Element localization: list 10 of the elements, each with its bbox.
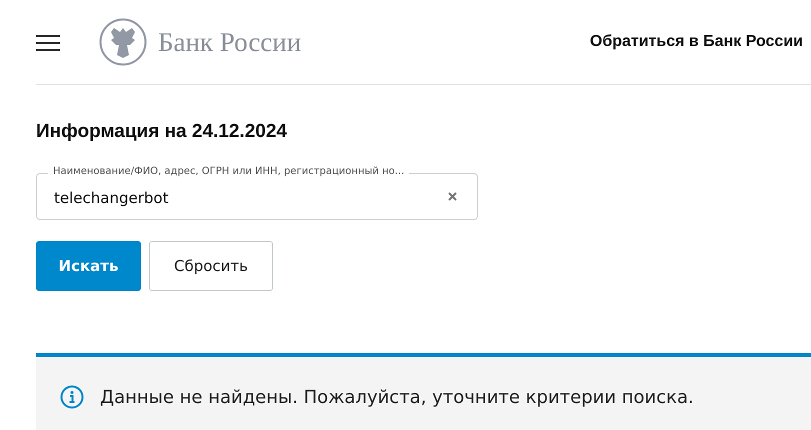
page-title: Информация на 24.12.2024 (36, 121, 288, 143)
search-button[interactable]: Искать (36, 241, 141, 291)
reset-button[interactable]: Сбросить (149, 241, 273, 291)
close-icon[interactable] (448, 192, 457, 201)
notice-text: Данные не найдены. Пожалуйста, уточните критерии поиска. (100, 386, 694, 408)
contact-link[interactable]: Обратиться в Банк России (590, 33, 803, 51)
info-icon (60, 385, 84, 409)
menu-icon[interactable] (36, 35, 60, 51)
logo-text: Банк России (158, 26, 302, 58)
field-label: Наименование/ФИО, адрес, ОГРН или ИНН, регистрационный но... (48, 166, 410, 177)
